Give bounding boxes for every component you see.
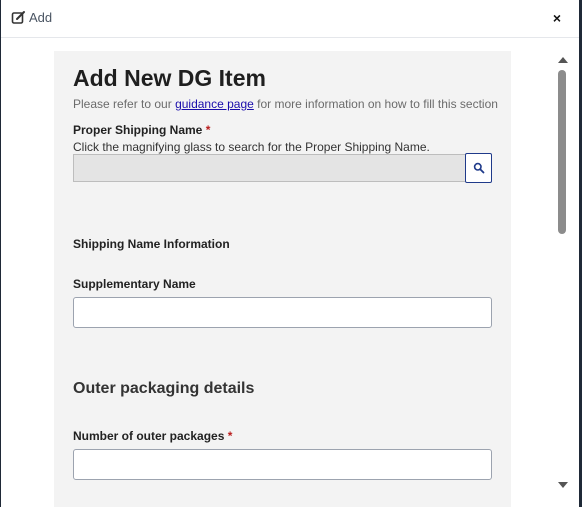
outer-packaging-heading: Outer packaging details: [73, 380, 255, 397]
dialog-titlebar: Add ×: [1, 0, 579, 38]
dialog-title: Add: [29, 10, 53, 25]
help-prefix: Please refer to our: [73, 97, 172, 111]
outer-count-label: Number of outer packages *: [73, 429, 232, 443]
form-card: Add New DG Item Please refer to our guid…: [54, 51, 511, 507]
help-text: Please refer to our guidance page for mo…: [73, 97, 498, 111]
help-suffix: for more information on how to fill this…: [257, 97, 498, 111]
outer-packages-input[interactable]: [73, 449, 492, 480]
add-dialog: Add × Add New DG Item Please refer to ou…: [1, 0, 579, 507]
psn-label: Proper Shipping Name *: [73, 123, 210, 137]
scrollbar-thumb[interactable]: [558, 70, 566, 234]
scroll-up-arrow-icon[interactable]: [558, 57, 568, 63]
psn-hint: Click the magnifying glass to search for…: [73, 140, 430, 154]
supplementary-label: Supplementary Name: [73, 277, 196, 291]
close-button[interactable]: ×: [553, 11, 561, 25]
edit-icon: [11, 11, 25, 24]
shipping-info-label: Shipping Name Information: [73, 237, 230, 251]
page-title: Add New DG Item: [73, 65, 266, 91]
psn-search-button[interactable]: [465, 153, 492, 183]
scrollbar[interactable]: [556, 52, 570, 495]
psn-label-text: Proper Shipping Name: [73, 123, 203, 137]
guidance-link[interactable]: guidance page: [175, 97, 254, 111]
dialog-content: Add New DG Item Please refer to our guid…: [1, 38, 555, 507]
psn-field: [73, 154, 465, 182]
search-icon: [473, 162, 485, 174]
supplementary-name-input[interactable]: [73, 297, 492, 328]
required-marker: *: [205, 123, 211, 137]
scroll-down-arrow-icon[interactable]: [558, 482, 568, 488]
outer-count-label-text: Number of outer packages: [73, 429, 225, 443]
required-marker: *: [227, 429, 233, 443]
